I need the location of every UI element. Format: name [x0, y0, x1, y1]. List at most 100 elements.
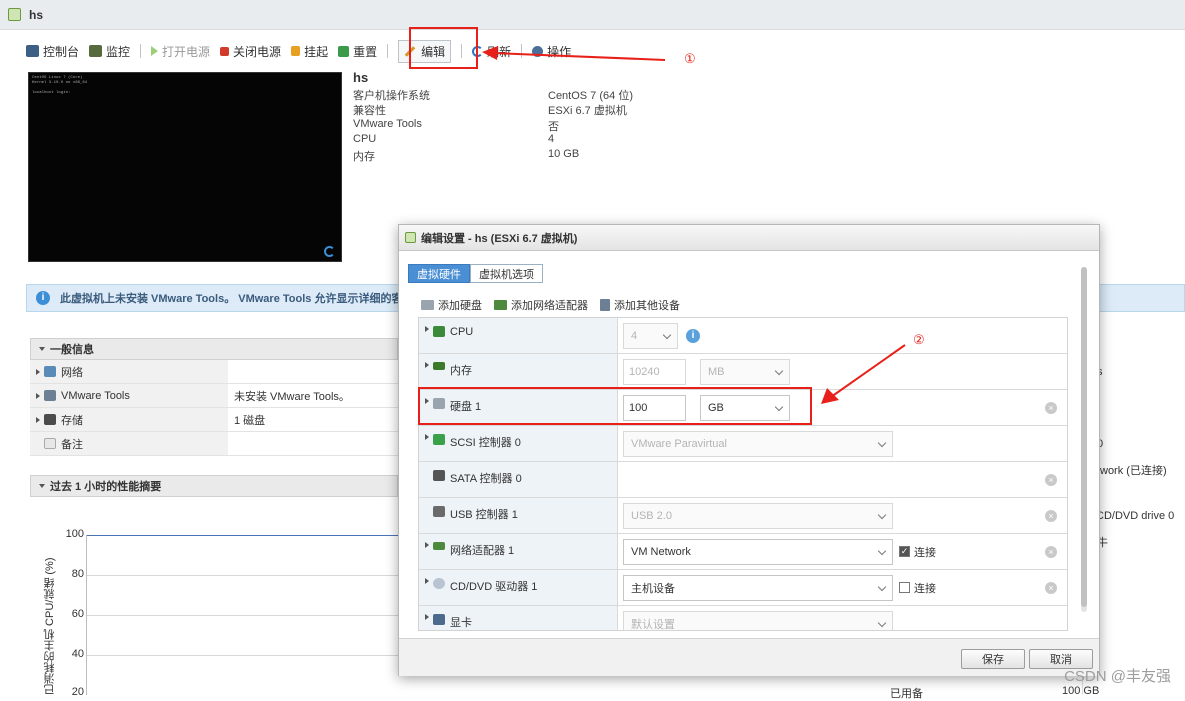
vm-info-row: CPU 4: [353, 132, 555, 145]
dialog-titlebar[interactable]: 编辑设置 - hs (ESXi 6.7 虚拟机): [399, 225, 1099, 251]
annotation-arrow-2: [821, 344, 906, 404]
remove-device-icon[interactable]: ×: [1045, 582, 1057, 594]
annotation-number-1: ①: [684, 51, 696, 66]
gridline: [86, 535, 398, 536]
power-on-button[interactable]: 打开电源: [151, 43, 210, 60]
checkbox-checked-icon: ✓: [899, 546, 910, 557]
scrollbar-thumb[interactable]: [1081, 267, 1087, 607]
info-icon: i: [36, 291, 50, 305]
chevron-down-icon: [877, 510, 887, 519]
chevron-down-icon: [877, 618, 887, 627]
console-button[interactable]: 控制台: [26, 43, 79, 60]
hardware-row-scsi: SCSI 控制器 0 VMware Paravirtual: [419, 426, 1067, 462]
hardware-row-cpu: CPU 4 i: [419, 318, 1067, 354]
banner-text: 此虚拟机上未安装 VMware Tools。 VMware Tools 允许显示…: [60, 293, 414, 305]
expand-icon[interactable]: [425, 326, 429, 332]
dialog-scrollbar[interactable]: [1081, 267, 1087, 612]
suspend-button[interactable]: 挂起: [291, 43, 328, 60]
chevron-down-icon: [877, 582, 887, 591]
perf-chart: 已消耗的主机 CPU/就绪 (%) 100 80 60 40 20: [30, 497, 398, 698]
reset-icon: [338, 45, 350, 57]
memory-unit-select[interactable]: MB: [700, 358, 790, 385]
checkbox-unchecked-icon: [899, 582, 910, 593]
nic-connect-checkbox[interactable]: ✓ 连接: [899, 544, 936, 560]
add-other-device-button[interactable]: 添加其他设备: [600, 297, 680, 313]
add-disk-button[interactable]: 添加硬盘: [421, 297, 482, 313]
add-device-bar: 添加硬盘 添加网络适配器 添加其他设备: [421, 297, 692, 313]
expand-icon[interactable]: [425, 434, 429, 440]
expand-icon[interactable]: [425, 614, 429, 620]
cd-source-select[interactable]: 主机设备: [623, 574, 893, 601]
toolbar-separator: [140, 44, 142, 58]
expand-icon[interactable]: [425, 362, 429, 368]
cpu-icon: [433, 326, 445, 337]
chart-axis: [86, 535, 87, 695]
annotation-arrow-1: [482, 46, 666, 61]
add-nic-button[interactable]: 添加网络适配器: [494, 297, 588, 313]
window-title: hs: [29, 7, 44, 22]
y-tick: 20: [71, 686, 84, 698]
table-row[interactable]: 存储 1 磁盘: [30, 408, 398, 432]
power-off-button[interactable]: 关闭电源: [220, 43, 281, 60]
monitor-button[interactable]: 监控: [89, 43, 130, 60]
cpu-count-select[interactable]: 4: [623, 322, 678, 349]
watermark: CSDN @丰友强: [1064, 668, 1171, 685]
edit-settings-dialog: 编辑设置 - hs (ESXi 6.7 虚拟机) 虚拟硬件 虚拟机选项 添加硬盘…: [398, 224, 1100, 676]
hardware-list: CPU 4 i 内存 10240 MB 硬盘 1 100 GB × SCSI 控…: [418, 317, 1068, 631]
video-settings-select[interactable]: 默认设置: [623, 610, 893, 630]
storage-icon: [44, 414, 56, 425]
table-row[interactable]: VMware Tools 未安装 VMware Tools。: [30, 384, 398, 408]
dialog-title: 编辑设置 - hs (ESXi 6.7 虚拟机): [421, 232, 578, 245]
network-select[interactable]: VM Network: [623, 538, 893, 565]
expand-icon[interactable]: [425, 542, 429, 548]
expand-icon[interactable]: [36, 368, 40, 375]
expand-icon[interactable]: [425, 578, 429, 584]
y-tick: 80: [71, 568, 84, 580]
memory-size-input[interactable]: 10240: [623, 358, 686, 385]
y-tick: 60: [71, 608, 84, 620]
edit-highlight-box: [409, 27, 478, 69]
reset-button[interactable]: 重置: [338, 43, 377, 60]
gridline: [86, 615, 398, 616]
hardware-row-cd-dvd: CD/DVD 驱动器 1 主机设备 连接 ×: [419, 570, 1067, 606]
chevron-down-icon: [662, 330, 672, 339]
table-row[interactable]: 网络: [30, 360, 398, 384]
stop-icon: [220, 46, 230, 56]
right-text: 已用备: [890, 688, 923, 700]
disk-icon: [421, 300, 434, 310]
cd-connect-checkbox[interactable]: 连接: [899, 580, 936, 596]
usb-type-select[interactable]: USB 2.0: [623, 502, 893, 529]
vm-info-row: 客户机操作系统 CentOS 7 (64 位): [353, 90, 633, 102]
console-refresh-icon[interactable]: [324, 246, 335, 257]
table-row[interactable]: 备注: [30, 432, 398, 456]
console-text: CentOS Linux 7 (Core) Kernel 3.10.0 on x8…: [32, 76, 88, 95]
right-text: 100 GB: [1062, 685, 1100, 697]
tab-vm-options[interactable]: 虚拟机选项: [470, 264, 543, 283]
dialog-footer: 保存 取消: [399, 638, 1099, 676]
general-info-table: 网络 VMware Tools 未安装 VMware Tools。 存储 1 磁盘 …: [30, 360, 398, 456]
usb-icon: [433, 506, 445, 517]
save-button[interactable]: 保存: [961, 649, 1025, 669]
vmware-tools-icon: [44, 390, 56, 401]
expand-icon[interactable]: [36, 416, 40, 423]
y-tick: 40: [71, 648, 84, 660]
y-tick: 100: [65, 528, 84, 540]
notes-icon: [44, 438, 56, 449]
expand-icon[interactable]: [36, 392, 40, 399]
remove-device-icon[interactable]: ×: [1045, 474, 1057, 486]
console-thumbnail[interactable]: CentOS Linux 7 (Core) Kernel 3.10.0 on x8…: [28, 72, 342, 262]
cd-icon: [433, 578, 445, 589]
general-info-header[interactable]: 一般信息: [30, 338, 398, 360]
remove-device-icon[interactable]: ×: [1045, 402, 1057, 414]
console-icon: [26, 45, 39, 57]
perf-summary-header[interactable]: 过去 1 小时的性能摘要: [30, 475, 398, 497]
hardware-row-usb: USB 控制器 1 USB 2.0 ×: [419, 498, 1067, 534]
play-icon: [151, 46, 159, 56]
scsi-type-select[interactable]: VMware Paravirtual: [623, 430, 893, 457]
remove-device-icon[interactable]: ×: [1045, 510, 1057, 522]
info-icon[interactable]: i: [686, 328, 700, 343]
collapse-icon: [39, 347, 45, 351]
vm-icon: [8, 8, 21, 21]
remove-device-icon[interactable]: ×: [1045, 546, 1057, 558]
tab-virtual-hardware[interactable]: 虚拟硬件: [408, 264, 470, 283]
